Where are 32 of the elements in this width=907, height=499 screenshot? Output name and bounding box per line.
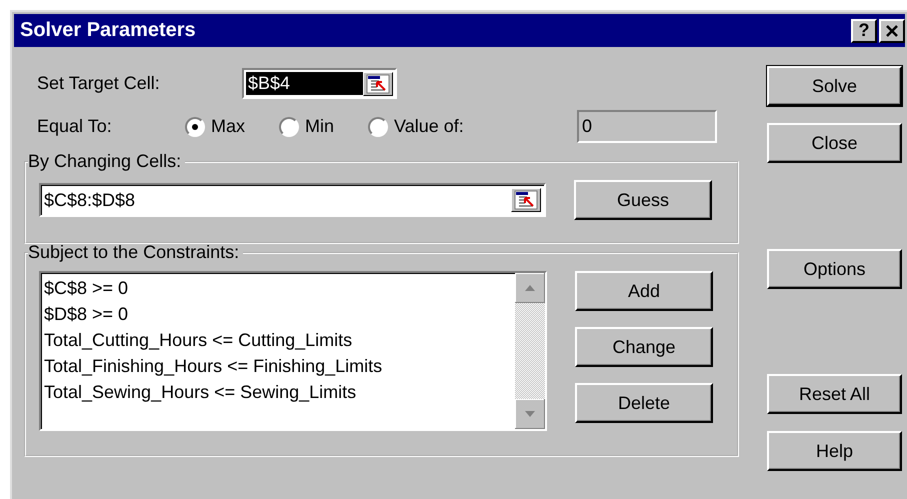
help-button[interactable]: ? — [851, 18, 877, 42]
range-select-icon — [366, 74, 390, 94]
range-select-button[interactable] — [363, 72, 393, 96]
dialog-button[interactable]: Close — [767, 123, 902, 163]
dialog-button[interactable]: Help — [767, 431, 902, 471]
changing-cells-field[interactable]: $C$8:$D$8 — [39, 183, 546, 217]
constraint-button[interactable]: Change — [575, 327, 713, 367]
dialog-button[interactable]: Options — [767, 249, 902, 289]
scroll-down-button[interactable] — [515, 399, 545, 429]
list-item[interactable]: $C$8 >= 0 — [44, 275, 512, 301]
scroll-up-button[interactable] — [515, 273, 545, 303]
dialog-button[interactable]: Solve — [767, 66, 902, 106]
range-select-button[interactable] — [511, 188, 541, 212]
constraints-list[interactable]: $C$8 >= 0 $D$8 >= 0 Total_Cutting_Hours <= Cutting_Limits Total_Finishing_Hours <= Finishing_Limits Total_Sewing_Hours <= Sewing_Limits — [39, 271, 547, 431]
equal-to-label: Equal To: — [36, 116, 113, 137]
target-cell-label: Set Target Cell: — [36, 73, 161, 94]
window-title: Solver Parameters — [20, 19, 197, 42]
dialog-button[interactable]: Reset All — [767, 374, 902, 414]
list-item[interactable]: Total_Cutting_Hours <= Cutting_Limits — [44, 327, 512, 353]
guess-button[interactable]: Guess — [574, 180, 712, 220]
list-item[interactable]: Total_Finishing_Hours <= Finishing_Limits — [44, 353, 512, 379]
scrollbar[interactable] — [515, 273, 545, 429]
constraint-button[interactable]: Add — [575, 271, 713, 311]
close-button[interactable] — [879, 18, 905, 42]
group-title: Subject to the Constraints: — [28, 242, 240, 263]
list-item[interactable]: Total_Sewing_Hours <= Sewing_Limits — [44, 379, 512, 405]
close-icon — [885, 24, 899, 36]
list-item[interactable]: $D$8 >= 0 — [44, 301, 512, 327]
group-title: By Changing Cells: — [28, 151, 182, 172]
constraint-button[interactable]: Delete — [575, 383, 713, 423]
range-select-icon — [514, 190, 538, 210]
target-cell-field[interactable]: $B$4 — [242, 68, 397, 99]
